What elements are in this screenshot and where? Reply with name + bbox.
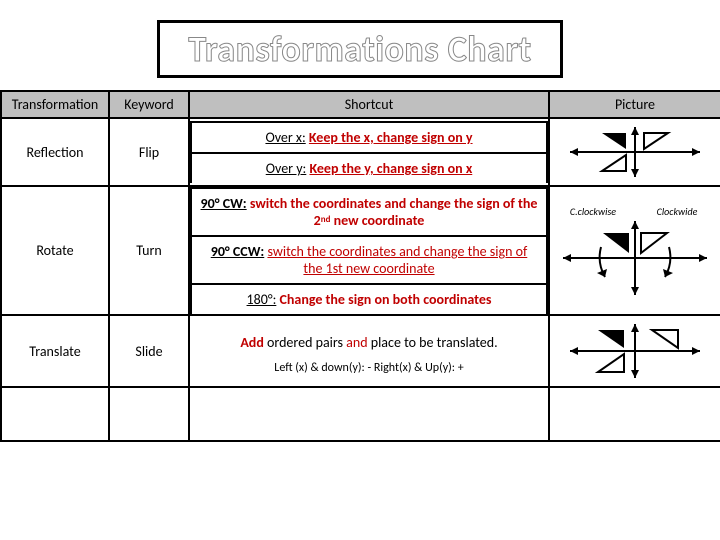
empty-4 <box>549 387 720 441</box>
ccw90-label: 90° CCW: <box>211 243 265 260</box>
rotate-name: Rotate <box>1 186 109 315</box>
cw90-rule-sup: nd <box>321 214 331 225</box>
reflection-axes-icon <box>560 123 710 181</box>
header-shortcut: Shortcut <box>189 91 549 118</box>
header-row: Transformation Keyword Shortcut Picture <box>1 91 720 118</box>
cw90-rule-b: new coordinate <box>330 212 424 229</box>
row-rotate: Rotate Turn 90° CW: switch the coordinat… <box>1 186 720 315</box>
header-picture: Picture <box>549 91 720 118</box>
over-x-label: Over x: <box>265 129 305 146</box>
empty-2 <box>109 387 189 441</box>
header-transformation: Transformation <box>1 91 109 118</box>
row-empty <box>1 387 720 441</box>
row-reflection: Reflection Flip Over x: Keep the x, chan… <box>1 118 720 186</box>
translate-name: Translate <box>1 315 109 387</box>
empty-3 <box>189 387 549 441</box>
over-x-rule: Keep the x, change sign on y <box>309 129 473 146</box>
cw90-label: 90° CW: <box>201 195 247 212</box>
cw-label: Clockwide <box>657 205 698 218</box>
rotate-axes-icon: C.clockwise Clockwide <box>555 203 715 299</box>
rotate-picture: C.clockwise Clockwide <box>549 186 720 315</box>
rotate-keyword: Turn <box>109 186 189 315</box>
translate-axes-icon <box>560 320 710 382</box>
t-main-c: and <box>346 334 367 351</box>
translate-keyword: Slide <box>109 315 189 387</box>
empty-1 <box>1 387 109 441</box>
reflection-name: Reflection <box>1 118 109 186</box>
title-container: Transformations Chart <box>0 0 720 90</box>
t-main-d: place to be translated. <box>368 334 498 351</box>
over-y-label: Over y: <box>266 160 307 177</box>
transformations-table: Transformation Keyword Shortcut Picture … <box>0 90 720 442</box>
ccw90-rule: switch the coordinates and change the si… <box>267 243 527 277</box>
page-title: Transformations Chart <box>157 20 562 78</box>
header-keyword: Keyword <box>109 91 189 118</box>
ccw-label: C.clockwise <box>570 205 616 218</box>
row-translate: Translate Slide Add ordered pairs and pl… <box>1 315 720 387</box>
translate-picture <box>549 315 720 387</box>
reflection-shortcuts: Over x: Keep the x, change sign on y Ove… <box>189 118 549 186</box>
translate-shortcuts: Add ordered pairs and place to be transl… <box>189 315 549 387</box>
r180-label: 180°: <box>247 291 277 308</box>
r180-rule: Change the sign on both coordinates <box>280 291 492 308</box>
reflection-keyword: Flip <box>109 118 189 186</box>
reflection-picture <box>549 118 720 186</box>
over-y-rule: Keep the y, change sign on x <box>309 160 472 177</box>
rotate-shortcuts: 90° CW: switch the coordinates and chang… <box>189 186 549 315</box>
t-main-b: ordered pairs <box>264 334 346 351</box>
t-main-a: Add <box>240 334 264 351</box>
t-sub: Left (x) & down(y): - Right(x) & Up(y): … <box>191 359 547 375</box>
